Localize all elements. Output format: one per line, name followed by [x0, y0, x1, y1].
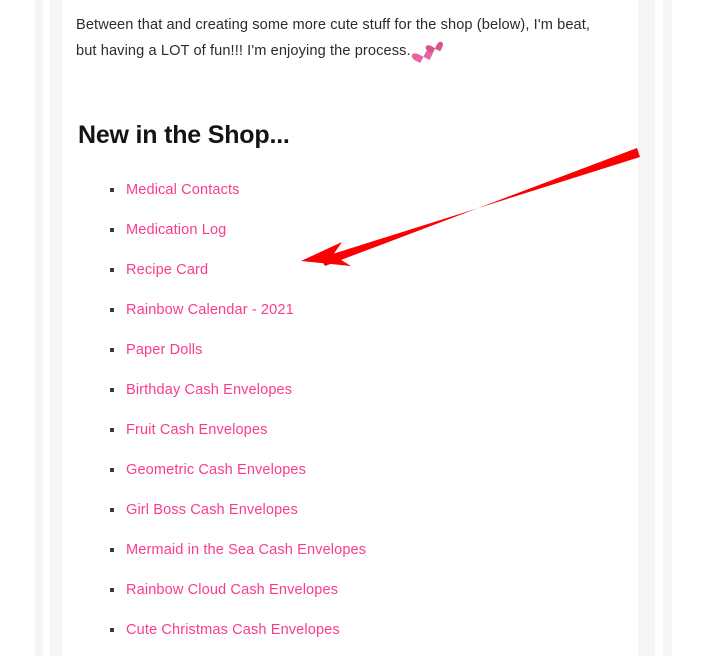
list-item: Mermaid in the Sea Cash Envelopes	[80, 530, 366, 570]
list-item: Paper Dolls	[80, 330, 366, 370]
page-background: Between that and creating some more cute…	[0, 0, 710, 656]
shop-link-recipe-card[interactable]: Recipe Card	[126, 262, 208, 278]
list-item: Birthday Cash Envelopes	[80, 370, 366, 410]
right-outer-gutter-band	[663, 0, 672, 656]
shop-link-rainbow-calendar[interactable]: Rainbow Calendar - 2021	[126, 302, 294, 318]
list-item: Medication Log	[80, 210, 366, 250]
post-paragraph: Between that and creating some more cute…	[76, 12, 606, 64]
article-content-column: Between that and creating some more cute…	[62, 0, 638, 656]
list-item: Girl Boss Cash Envelopes	[80, 490, 366, 530]
post-paragraph-text: Between that and creating some more cute…	[76, 17, 591, 59]
list-item: Cute Christmas Cash Envelopes	[80, 610, 366, 650]
two-hearts-icon	[415, 40, 441, 58]
shop-link-paper-dolls[interactable]: Paper Dolls	[126, 342, 203, 358]
shop-items-list: Medical Contacts Medication Log Recipe C…	[80, 170, 366, 650]
shop-link-fruit-cash-envelopes[interactable]: Fruit Cash Envelopes	[126, 422, 268, 438]
shop-link-geometric-cash-envelopes[interactable]: Geometric Cash Envelopes	[126, 462, 306, 478]
shop-link-medical-contacts[interactable]: Medical Contacts	[126, 182, 240, 198]
shop-link-rainbow-cloud-cash-envelopes[interactable]: Rainbow Cloud Cash Envelopes	[126, 582, 338, 598]
list-item: Geometric Cash Envelopes	[80, 450, 366, 490]
shop-link-cute-christmas-cash-envelopes[interactable]: Cute Christmas Cash Envelopes	[126, 622, 340, 638]
list-item: Rainbow Cloud Cash Envelopes	[80, 570, 366, 610]
list-item: Fruit Cash Envelopes	[80, 410, 366, 450]
left-outer-gutter-band	[35, 0, 43, 656]
shop-link-mermaid-in-the-sea-cash-envelopes[interactable]: Mermaid in the Sea Cash Envelopes	[126, 542, 366, 558]
right-inner-gutter-band	[638, 0, 655, 656]
list-item: Rainbow Calendar - 2021	[80, 290, 366, 330]
shop-link-birthday-cash-envelopes[interactable]: Birthday Cash Envelopes	[126, 382, 292, 398]
shop-link-girl-boss-cash-envelopes[interactable]: Girl Boss Cash Envelopes	[126, 502, 298, 518]
shop-link-medication-log[interactable]: Medication Log	[126, 222, 226, 238]
list-item: Recipe Card	[80, 250, 366, 290]
left-inner-gutter-band	[50, 0, 62, 656]
list-item: Medical Contacts	[80, 170, 366, 210]
section-heading: New in the Shop...	[78, 121, 290, 149]
